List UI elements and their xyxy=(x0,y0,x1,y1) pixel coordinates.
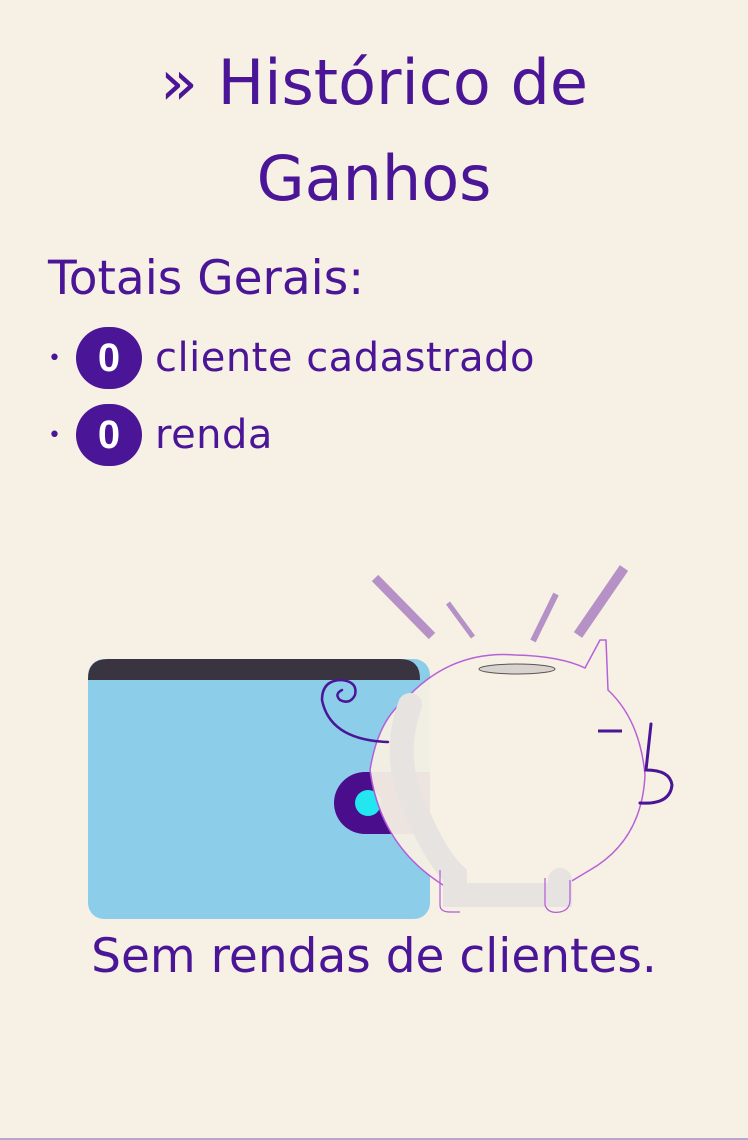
income-label: renda xyxy=(155,412,273,458)
totals-heading: Totais Gerais: xyxy=(48,251,365,306)
motion-lines xyxy=(371,565,629,643)
empty-state-illustration xyxy=(88,565,674,919)
income-count-badge: 0 xyxy=(76,404,142,466)
page-title-line-1: » Histórico de xyxy=(160,46,588,119)
clients-count-badge: 0 xyxy=(76,327,142,389)
page-title: » Histórico de Ganhos xyxy=(0,35,748,227)
bullet: • xyxy=(48,422,61,448)
stat-clients: • 0 cliente cadastrado xyxy=(48,326,535,390)
bullet: • xyxy=(48,345,61,371)
clients-label: cliente cadastrado xyxy=(155,335,535,381)
stat-income: • 0 renda xyxy=(48,403,535,467)
empty-state-message: Sem rendas de clientes. xyxy=(91,929,657,984)
page-title-line-2: Ganhos xyxy=(256,142,492,215)
totals-list: • 0 cliente cadastrado • 0 renda xyxy=(48,326,535,480)
